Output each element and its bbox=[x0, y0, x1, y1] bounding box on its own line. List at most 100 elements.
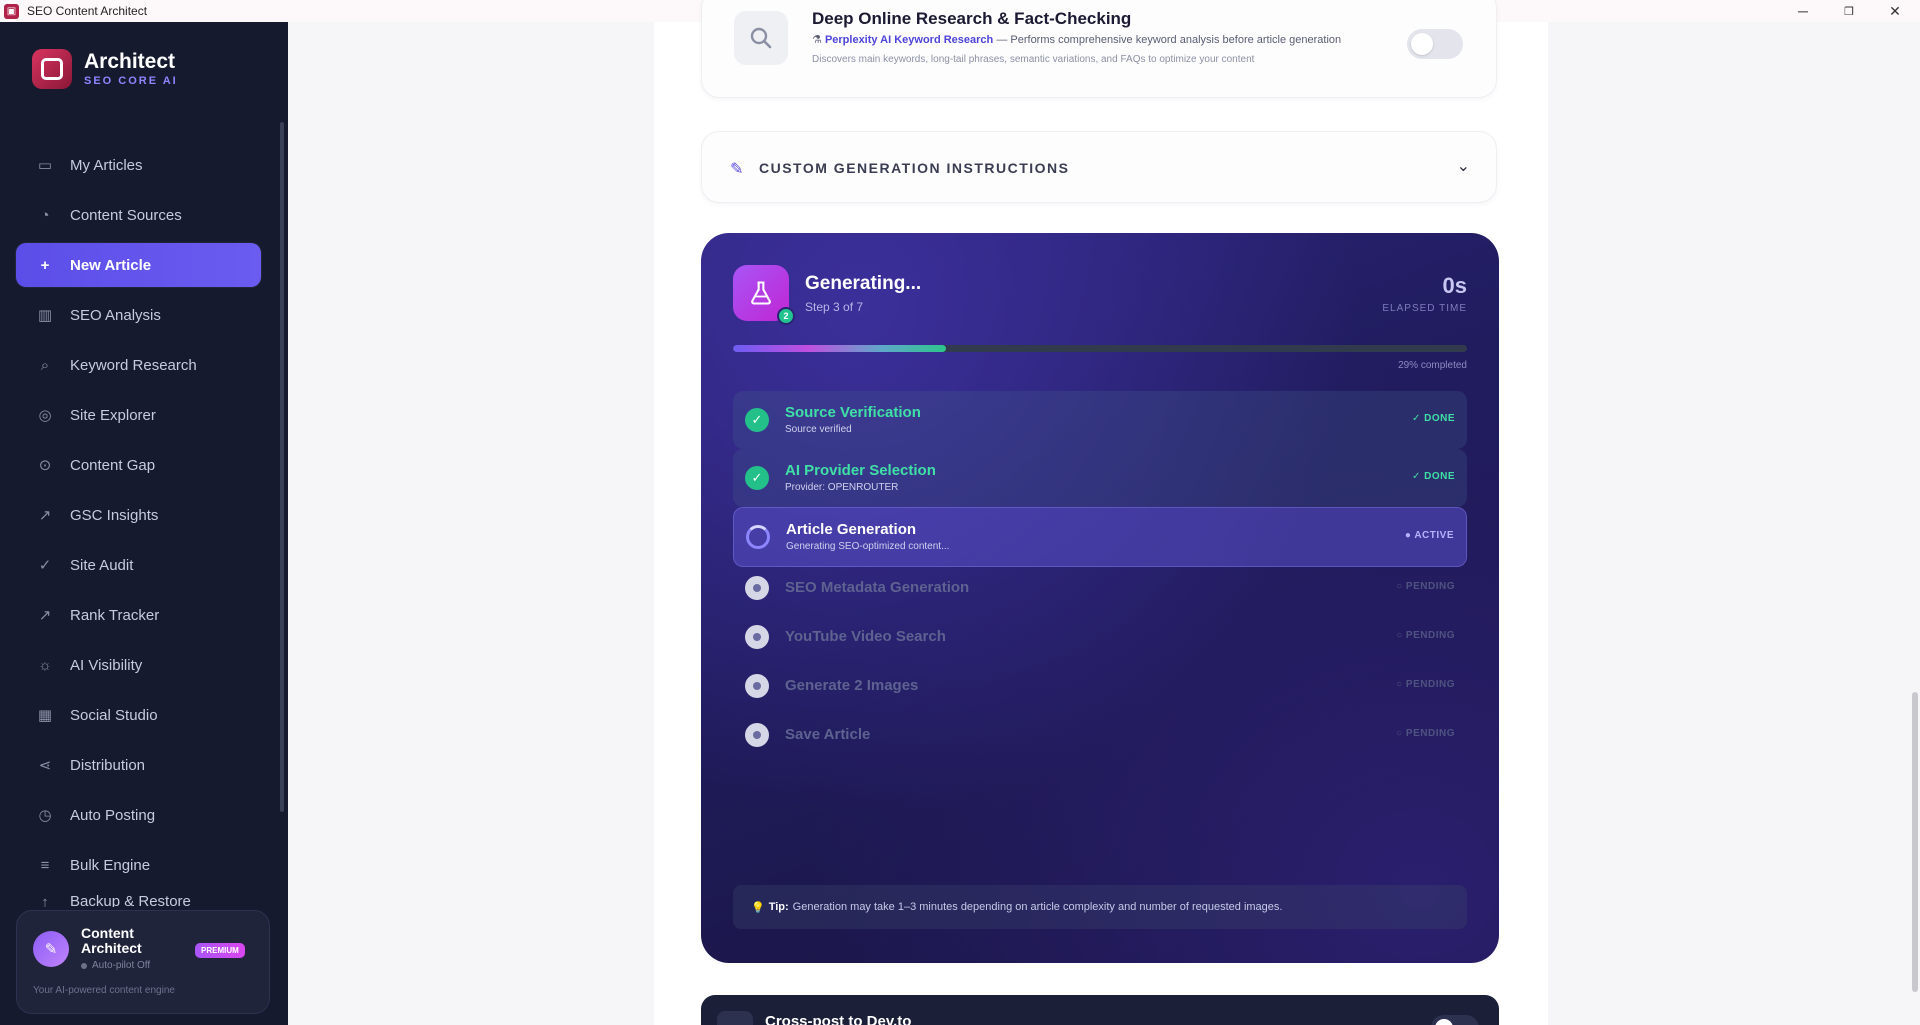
custom-instructions-label: CUSTOM GENERATION INSTRUCTIONS bbox=[759, 160, 1070, 176]
step-title: Article Generation bbox=[786, 521, 917, 538]
sidebar-item-gsc-insights[interactable]: ↗ GSC Insights bbox=[16, 493, 261, 537]
brand-name: Architect bbox=[84, 50, 176, 73]
sidebar-item-label: Site Audit bbox=[70, 556, 134, 574]
step-status-badge: ✓ DONE bbox=[1411, 413, 1455, 424]
premium-card[interactable]: ✎ Content Architect PREMIUM Auto-pilot O… bbox=[16, 910, 270, 1014]
pending-dot-icon bbox=[745, 576, 769, 600]
devto-icon bbox=[717, 1011, 753, 1025]
step-status-badge: ○ PENDING bbox=[1396, 679, 1455, 690]
sidebar-item-label: New Article bbox=[70, 256, 152, 274]
sidebar-item-site-explorer[interactable]: ◎ Site Explorer bbox=[16, 393, 261, 437]
step-title: AI Provider Selection bbox=[785, 462, 936, 479]
generation-step-text: Step 3 of 7 bbox=[805, 300, 864, 314]
crosspost-toggle[interactable] bbox=[1431, 1015, 1479, 1025]
brand-logo-icon bbox=[32, 49, 72, 89]
generation-step: Generate 2 Images ○ PENDING bbox=[733, 664, 1467, 708]
sidebar-item-site-audit[interactable]: ✓ Site Audit bbox=[16, 543, 261, 587]
status-dot-icon bbox=[81, 962, 87, 969]
crosspost-card: Cross-post to Dev.to bbox=[701, 995, 1499, 1025]
sidebar-item-my-articles[interactable]: ▭ My Articles bbox=[16, 143, 261, 187]
sidebar-item-seo-analysis[interactable]: ▥ SEO Analysis bbox=[16, 293, 261, 337]
close-button[interactable]: ✕ bbox=[1872, 0, 1918, 22]
research-toggle[interactable] bbox=[1407, 29, 1463, 59]
list-icon: ≡ bbox=[40, 856, 50, 874]
generation-step: ✓ AI Provider Selection Provider: OPENROUT… bbox=[733, 449, 1467, 507]
flask-icon: ⚗ bbox=[812, 34, 822, 46]
autopilot-status: Auto-pilot Off bbox=[81, 960, 150, 971]
sidebar-item-label: GSC Insights bbox=[70, 506, 159, 524]
window-title: SEO Content Architect bbox=[27, 4, 148, 18]
chevron-down-icon[interactable]: ⌄ bbox=[1457, 156, 1470, 176]
sidebar-item-label: AI Visibility bbox=[70, 656, 143, 674]
sidebar-item-bulk-engine[interactable]: ≡ Bulk Engine bbox=[16, 843, 261, 887]
app-icon: ▣ bbox=[4, 3, 19, 19]
sidebar-item-label: Site Explorer bbox=[70, 406, 156, 424]
film-icon: ▦ bbox=[37, 707, 53, 724]
elapsed-time: 0s bbox=[1442, 273, 1467, 298]
step-title: Source Verification bbox=[785, 404, 921, 421]
sidebar-item-auto-posting[interactable]: ◷ Auto Posting bbox=[16, 793, 261, 837]
edit-icon: ✎ bbox=[33, 931, 69, 967]
globe-icon: ◎ bbox=[38, 407, 52, 424]
sidebar-item-label: Rank Tracker bbox=[70, 606, 160, 624]
lightbulb-icon: ☼ bbox=[38, 656, 52, 674]
research-details: Discovers main keywords, long-tail phras… bbox=[812, 54, 1255, 65]
progress-fill bbox=[733, 345, 946, 352]
perplexity-link[interactable]: Perplexity AI Keyword Research bbox=[825, 34, 993, 46]
step-subtitle: Provider: OPENROUTER bbox=[785, 482, 899, 493]
step-title: SEO Metadata Generation bbox=[785, 579, 970, 596]
sidebar-item-label: Auto Posting bbox=[70, 806, 156, 824]
sidebar-item-social-studio[interactable]: ▦ Social Studio bbox=[16, 693, 261, 737]
sidebar-item-label: Social Studio bbox=[70, 706, 158, 724]
maximize-button[interactable]: ❐ bbox=[1826, 0, 1872, 22]
upload-icon: ↑ bbox=[41, 893, 49, 908]
check-icon: ✓ bbox=[745, 408, 769, 432]
sidebar-item-label: Backup & Restore bbox=[70, 893, 191, 907]
step-status-badge: ○ PENDING bbox=[1396, 728, 1455, 739]
research-description: ⚗ Perplexity AI Keyword Research — Perfo… bbox=[812, 33, 1341, 46]
sidebar-item-content-gap[interactable]: ⊙ Content Gap bbox=[16, 443, 261, 487]
tip-label: Tip: bbox=[768, 901, 789, 913]
sidebar-item-distribution[interactable]: ⋖ Distribution bbox=[16, 743, 261, 787]
elapsed-time-label: ELAPSED TIME bbox=[1382, 303, 1467, 314]
custom-instructions-card[interactable]: ✎ CUSTOM GENERATION INSTRUCTIONS ⌄ bbox=[701, 131, 1497, 203]
brand[interactable]: Architect SEO CORE AI bbox=[32, 49, 178, 89]
sidebar-item-label: Distribution bbox=[70, 756, 146, 774]
generation-step: SEO Metadata Generation ○ PENDING bbox=[733, 566, 1467, 610]
sidebar-scrollbar[interactable] bbox=[280, 122, 284, 812]
pending-dot-icon bbox=[745, 625, 769, 649]
sidebar-item-backup-restore[interactable]: ↑ Backup & Restore bbox=[16, 893, 261, 907]
crosspost-title: Cross-post to Dev.to bbox=[765, 1013, 912, 1025]
target-icon: ⊙ bbox=[38, 457, 52, 474]
generation-progress-card: 2 Generating... Step 3 of 7 0s ELAPSED T… bbox=[701, 233, 1499, 963]
step-status-badge: ✓ DONE bbox=[1411, 471, 1455, 482]
premium-card-description: Your AI-powered content engine bbox=[33, 985, 175, 996]
step-title: Generate 2 Images bbox=[785, 677, 919, 694]
sidebar-item-keyword-research[interactable]: ⌕ Keyword Research bbox=[16, 343, 261, 387]
clock-icon: ◷ bbox=[38, 807, 52, 824]
search-icon bbox=[734, 11, 788, 65]
step-title: YouTube Video Search bbox=[785, 628, 946, 645]
generation-step: Save Article ○ PENDING bbox=[733, 713, 1467, 757]
step-badge: 2 bbox=[777, 307, 795, 325]
brand-subtitle: SEO CORE AI bbox=[84, 75, 178, 87]
pending-dot-icon bbox=[745, 674, 769, 698]
sidebar-item-rank-tracker[interactable]: ↗ Rank Tracker bbox=[16, 593, 261, 637]
folder-icon: ▭ bbox=[37, 157, 53, 174]
premium-badge: PREMIUM bbox=[195, 943, 245, 958]
sidebar-item-new-article[interactable]: + New Article bbox=[16, 243, 261, 287]
page-scrollbar[interactable] bbox=[1912, 692, 1918, 992]
step-subtitle: Source verified bbox=[785, 424, 852, 435]
sidebar-item-ai-visibility[interactable]: ☼ AI Visibility bbox=[16, 643, 261, 687]
trend-up-icon: ↗ bbox=[38, 607, 52, 624]
step-status-badge: ● ACTIVE bbox=[1404, 530, 1454, 541]
sidebar-item-content-sources[interactable]: ◔ Content Sources bbox=[16, 193, 261, 237]
generation-title: Generating... bbox=[805, 273, 922, 294]
sidebar-item-label: SEO Analysis bbox=[70, 306, 161, 324]
step-subtitle: Generating SEO-optimized content... bbox=[786, 541, 950, 552]
tip-text: Generation may take 1–3 minutes dependin… bbox=[792, 901, 1283, 913]
minimize-button[interactable]: ─ bbox=[1780, 0, 1826, 22]
research-card: Deep Online Research & Fact-Checking ⚗ P… bbox=[701, 0, 1497, 98]
sidebar-item-label: Bulk Engine bbox=[70, 856, 151, 874]
sidebar: Architect SEO CORE AI ▭ My Articles ◔ Conte… bbox=[0, 22, 288, 1025]
